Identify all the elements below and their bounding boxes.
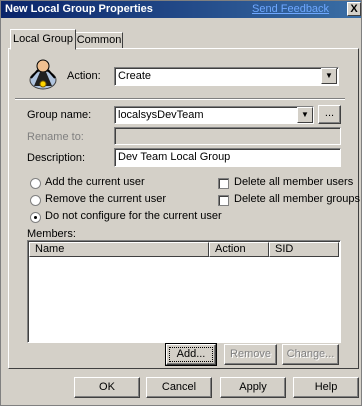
- remove-member-button[interactable]: Remove: [224, 344, 277, 365]
- delete-member-users-label[interactable]: Delete all member users: [234, 176, 353, 188]
- tab-common-label: Common: [76, 34, 122, 46]
- close-button[interactable]: X: [347, 2, 361, 16]
- column-header-action[interactable]: Action: [209, 242, 269, 257]
- column-header-sid[interactable]: SID: [269, 242, 339, 257]
- action-dropdown-arrow-icon[interactable]: ▼: [321, 68, 337, 84]
- title-bar[interactable]: New Local Group Properties Send Feedback…: [1, 1, 361, 18]
- dialog-window: New Local Group Properties Send Feedback…: [0, 0, 362, 406]
- action-select[interactable]: Create: [114, 67, 339, 86]
- description-field[interactable]: Dev Team Local Group: [114, 148, 341, 167]
- delete-member-groups-label[interactable]: Delete all member groups: [234, 193, 360, 205]
- group-name-value: localsysDevTeam: [118, 109, 204, 121]
- ok-button[interactable]: OK: [74, 377, 140, 398]
- send-feedback-link[interactable]: Send Feedback: [252, 3, 329, 15]
- description-label: Description:: [27, 152, 86, 164]
- help-button[interactable]: Help: [293, 377, 359, 398]
- add-member-button[interactable]: Add...: [166, 344, 216, 365]
- add-current-user-radio[interactable]: [30, 178, 41, 189]
- group-users-icon: [29, 59, 57, 90]
- add-current-user-label[interactable]: Add the current user: [45, 176, 145, 188]
- cancel-button[interactable]: Cancel: [146, 377, 212, 398]
- browse-group-button[interactable]: ...: [318, 105, 341, 124]
- group-name-dropdown-arrow-icon[interactable]: ▼: [297, 107, 313, 123]
- separator: [15, 98, 345, 100]
- rename-to-field[interactable]: [114, 127, 341, 145]
- tab-local-group-label: Local Group: [13, 33, 73, 45]
- rename-to-label: Rename to:: [27, 131, 84, 143]
- tab-local-group[interactable]: Local Group: [10, 29, 76, 50]
- do-not-configure-radio[interactable]: [30, 212, 41, 223]
- remove-current-user-radio[interactable]: [30, 195, 41, 206]
- members-list[interactable]: Name Action SID: [27, 240, 341, 343]
- change-member-button[interactable]: Change...: [282, 344, 339, 365]
- group-name-label: Group name:: [27, 109, 92, 121]
- group-name-combo[interactable]: localsysDevTeam: [114, 106, 314, 124]
- members-label: Members:: [27, 228, 76, 240]
- column-header-name[interactable]: Name: [29, 242, 209, 257]
- action-label: Action:: [67, 70, 101, 82]
- remove-current-user-label[interactable]: Remove the current user: [45, 193, 166, 205]
- window-title: New Local Group Properties: [5, 3, 153, 15]
- do-not-configure-label[interactable]: Do not configure for the current user: [45, 210, 222, 222]
- delete-member-groups-checkbox[interactable]: [218, 195, 229, 206]
- action-value: Create: [118, 70, 152, 82]
- apply-button[interactable]: Apply: [220, 377, 286, 398]
- tab-common[interactable]: Common: [75, 32, 123, 49]
- delete-member-users-checkbox[interactable]: [218, 178, 229, 189]
- description-value: Dev Team Local Group: [118, 151, 231, 163]
